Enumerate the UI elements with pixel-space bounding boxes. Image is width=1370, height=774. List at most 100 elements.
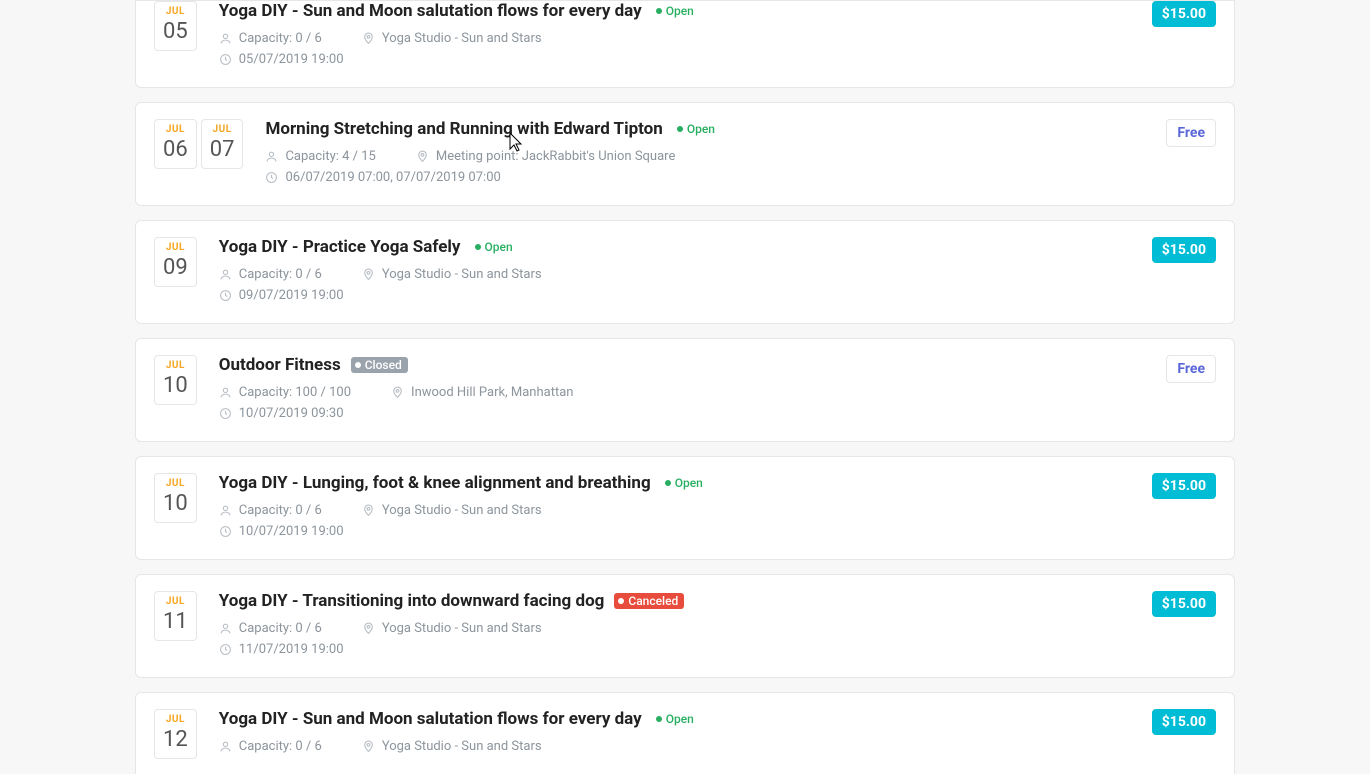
status-label: Open	[485, 240, 513, 254]
status-dot-icon	[665, 480, 671, 486]
location-pin-icon	[362, 504, 375, 517]
time-text: 05/07/2019 19:00	[239, 52, 344, 67]
date-day: 07	[210, 137, 235, 162]
clock-icon	[219, 407, 232, 420]
event-content: Morning Stretching and Running with Edwa…	[265, 119, 1148, 191]
capacity-meta: Capacity: 100 / 100	[219, 385, 351, 400]
event-title[interactable]: Yoga DIY - Sun and Moon salutation flows…	[219, 709, 642, 729]
status-label: Open	[687, 122, 715, 136]
status-label: Canceled	[628, 594, 678, 608]
person-icon	[219, 32, 232, 45]
price-badge: $15.00	[1152, 709, 1216, 735]
location-text: Yoga Studio - Sun and Stars	[382, 621, 542, 636]
date-box: JUL 06	[154, 119, 197, 169]
event-title[interactable]: Morning Stretching and Running with Edwa…	[265, 119, 662, 139]
location-pin-icon	[362, 32, 375, 45]
status-dot-icon	[656, 8, 662, 14]
date-box: JUL10	[154, 473, 197, 523]
date-box: JUL10	[154, 355, 197, 405]
location-meta: Yoga Studio - Sun and Stars	[362, 503, 542, 518]
event-content: Outdoor Fitness Closed Capacity: 100 / 100…	[219, 355, 1149, 427]
location-meta: Yoga Studio - Sun and Stars	[362, 739, 542, 754]
location-meta: Yoga Studio - Sun and Stars	[362, 621, 542, 636]
date-month: JUL	[210, 124, 235, 135]
date-day: 06	[163, 137, 188, 162]
location-pin-icon	[391, 386, 404, 399]
status-label: Open	[675, 476, 703, 490]
date-day: 05	[163, 19, 188, 44]
event-card[interactable]: JUL10 Outdoor Fitness Closed Capacity: 100 …	[135, 338, 1235, 442]
event-content: Yoga DIY - Sun and Moon salutation flows…	[219, 709, 1134, 760]
time-meta: 11/07/2019 19:00	[219, 642, 344, 657]
location-text: Yoga Studio - Sun and Stars	[382, 503, 542, 518]
time-text: 06/07/2019 07:00, 07/07/2019 07:00	[285, 170, 500, 185]
price-badge: $15.00	[1152, 591, 1216, 617]
date-month: JUL	[163, 6, 188, 17]
event-content: Yoga DIY - Lunging, foot & knee alignmen…	[219, 473, 1134, 545]
location-meta: Inwood Hill Park, Manhattan	[391, 385, 573, 400]
event-title[interactable]: Yoga DIY - Transitioning into downward f…	[219, 591, 605, 611]
status-label: Open	[666, 4, 694, 18]
price-badge: $15.00	[1152, 1, 1216, 27]
location-pin-icon	[416, 150, 429, 163]
date-month: JUL	[163, 124, 188, 135]
status-label: Closed	[365, 358, 402, 372]
time-meta: 09/07/2019 19:00	[219, 288, 344, 303]
clock-icon	[265, 171, 278, 184]
time-meta: 05/07/2019 19:00	[219, 52, 344, 67]
capacity-meta: Capacity: 0 / 6	[219, 739, 322, 754]
time-text: 10/07/2019 19:00	[239, 524, 344, 539]
event-card[interactable]: JUL12 Yoga DIY - Sun and Moon salutation …	[135, 692, 1235, 774]
price-badge: $15.00	[1152, 473, 1216, 499]
capacity-text: Capacity: 0 / 6	[239, 267, 322, 282]
status-badge: Open	[661, 475, 709, 491]
event-card[interactable]: JUL 06 JUL 07 Morning Stretching and Running…	[135, 102, 1235, 206]
capacity-text: Capacity: 0 / 6	[239, 621, 322, 636]
time-text: 11/07/2019 19:00	[239, 642, 344, 657]
time-meta: 10/07/2019 09:30	[219, 406, 344, 421]
status-dot-icon	[677, 126, 683, 132]
status-badge: Open	[673, 121, 721, 137]
location-pin-icon	[362, 622, 375, 635]
status-dot-icon	[656, 716, 662, 722]
clock-icon	[219, 525, 232, 538]
price-badge: $15.00	[1152, 237, 1216, 263]
event-card[interactable]: JUL10 Yoga DIY - Lunging, foot & knee ali…	[135, 456, 1235, 560]
location-text: Inwood Hill Park, Manhattan	[411, 385, 573, 400]
date-box: JUL12	[154, 709, 197, 759]
event-card[interactable]: JUL11Yoga DIY - Transitioning into downw…	[135, 574, 1235, 678]
time-text: 09/07/2019 19:00	[239, 288, 344, 303]
capacity-text: Capacity: 0 / 6	[239, 739, 322, 754]
location-text: Yoga Studio - Sun and Stars	[382, 739, 542, 754]
event-title[interactable]: Yoga DIY - Practice Yoga Safely	[219, 237, 461, 257]
status-badge: Open	[652, 3, 700, 19]
time-meta: 10/07/2019 19:00	[219, 524, 344, 539]
status-badge: Canceled	[614, 593, 684, 609]
date-column: JUL12	[154, 709, 197, 759]
location-text: Yoga Studio - Sun and Stars	[382, 31, 542, 46]
price-badge: Free	[1166, 119, 1216, 147]
date-day: 10	[163, 491, 188, 516]
status-dot-icon	[475, 244, 481, 250]
clock-icon	[219, 289, 232, 302]
location-pin-icon	[362, 740, 375, 753]
person-icon	[219, 386, 232, 399]
event-title[interactable]: Yoga DIY - Sun and Moon salutation flows…	[219, 1, 642, 21]
event-title[interactable]: Yoga DIY - Lunging, foot & knee alignmen…	[219, 473, 651, 493]
event-card[interactable]: JUL 05 Yoga DIY - Sun and Moon salutation …	[135, 0, 1235, 88]
status-badge: Open	[471, 239, 519, 255]
location-meta: Yoga Studio - Sun and Stars	[362, 31, 542, 46]
time-meta: 06/07/2019 07:00, 07/07/2019 07:00	[265, 170, 500, 185]
capacity-meta: Capacity: 0 / 6	[219, 621, 322, 636]
event-card[interactable]: JUL09 Yoga DIY - Practice Yoga Safely Open…	[135, 220, 1235, 324]
date-day: 10	[163, 373, 188, 398]
time-text: 10/07/2019 09:30	[239, 406, 344, 421]
capacity-meta: Capacity: 4 / 15	[265, 149, 375, 164]
date-column: JUL10	[154, 473, 197, 523]
date-box: JUL09	[154, 237, 197, 287]
event-title[interactable]: Outdoor Fitness	[219, 355, 341, 375]
person-icon	[219, 504, 232, 517]
date-month: JUL	[163, 242, 188, 253]
date-column: JUL10	[154, 355, 197, 405]
status-label: Open	[666, 712, 694, 726]
